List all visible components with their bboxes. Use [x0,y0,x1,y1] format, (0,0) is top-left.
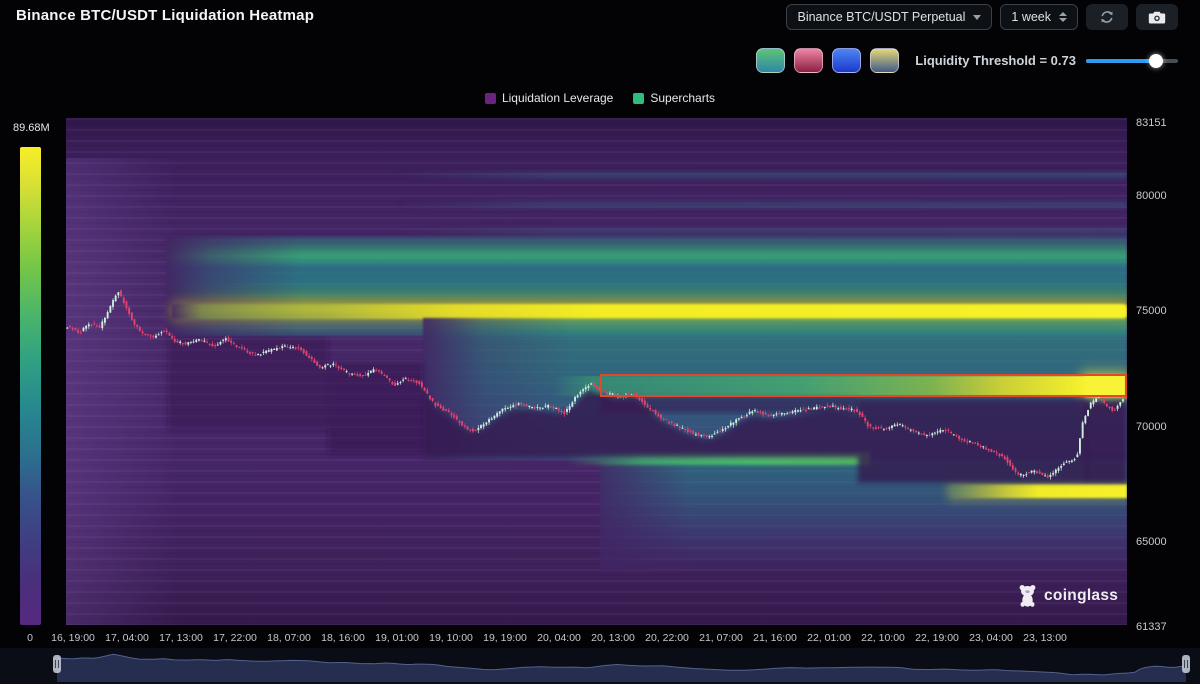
legend-swatch-purple [484,92,496,104]
spinner-arrows-icon [1059,12,1067,22]
annotation-red-box[interactable] [600,374,1127,397]
y-axis-tick: 80000 [1136,189,1167,202]
legend-item-liquidation-leverage[interactable]: Liquidation Leverage [484,91,614,105]
heatmap-band-67300 [950,484,1127,498]
pair-select-value: Binance BTC/USDT Perpetual [797,10,966,24]
heatmap-toolbar: Liquidity Threshold = 0.73 [756,48,1178,73]
coinglass-watermark: coinglass [1018,584,1118,607]
navigator-area-chart [57,653,1187,682]
x-axis-tick: 19, 01:00 [375,632,419,644]
x-axis-tick: 18, 16:00 [321,632,365,644]
screenshot-button[interactable] [1136,4,1178,30]
x-axis-tick: 22, 19:00 [915,632,959,644]
legend-item-supercharts[interactable]: Supercharts [633,91,715,105]
slider-thumb[interactable] [1149,53,1164,68]
heatmap-faint-band [396,201,1127,208]
header-controls: Binance BTC/USDT Perpetual 1 week [786,4,1178,30]
x-axis-tick: 23, 13:00 [1023,632,1067,644]
x-axis-tick: 19, 10:00 [429,632,473,644]
navigator-left-handle[interactable] [53,655,61,673]
interval-select-value: 1 week [1011,10,1051,24]
x-axis-tick: 20, 13:00 [591,632,635,644]
x-axis-tick: 20, 04:00 [537,632,581,644]
palette-swatch-blue[interactable] [832,48,862,73]
navigator-right-handle[interactable] [1182,655,1190,673]
range-navigator[interactable] [0,648,1200,684]
legend-swatch-green [633,92,645,104]
refresh-button[interactable] [1086,4,1128,30]
coinglass-liquidation-heatmap-app: Binance BTC/USDT Liquidation Heatmap Bin… [0,0,1200,684]
x-axis-tick: 21, 07:00 [699,632,743,644]
x-axis-tick: 19, 19:00 [483,632,527,644]
heatmap-faint-band [396,228,1127,235]
x-axis-tick: 17, 04:00 [105,632,149,644]
colorbar-max-label: 89.68M [13,122,50,134]
interval-select[interactable]: 1 week [1000,4,1078,30]
heatmap-band-68700 [565,452,870,465]
colorbar-min-axis-label: 0 [27,632,33,644]
palette-swatch-green[interactable] [756,48,786,73]
legend-label: Supercharts [650,91,716,105]
heatmap-faint-band [396,172,1127,179]
colorbar-gradient [20,147,41,625]
coinglass-bear-icon [1019,585,1036,607]
x-axis-tick: 17, 22:00 [213,632,257,644]
x-axis-tick: 16, 19:00 [51,632,95,644]
chevron-down-icon [973,14,982,20]
x-axis-tick: 22, 10:00 [861,632,905,644]
y-axis-tick: 65000 [1136,536,1167,549]
liquidity-threshold-slider[interactable] [1086,53,1178,68]
palette-swatch-yellow[interactable] [870,48,900,73]
palette-swatch-red[interactable] [794,48,824,73]
x-axis-tick: 23, 04:00 [969,632,1013,644]
heatmap-lower-liquidity-zone [600,460,1127,572]
liquidation-heatmap-plot[interactable] [66,118,1127,625]
slider-fill [1086,58,1156,63]
y-axis-tick: 83151 [1136,117,1167,129]
palette-swatches [756,48,900,73]
liquidity-threshold-label: Liquidity Threshold = 0.73 [915,53,1076,68]
pair-select[interactable]: Binance BTC/USDT Perpetual [786,4,993,30]
chart-legend: Liquidation Leverage Supercharts [0,91,1200,105]
x-axis: 16, 19:00 17, 04:00 17, 13:00 17, 22:00 18, … [0,628,1200,648]
legend-label: Liquidation Leverage [501,91,614,105]
y-axis-tick: 70000 [1136,420,1167,433]
x-axis-tick: 22, 01:00 [807,632,851,644]
x-axis-tick: 20, 22:00 [645,632,689,644]
y-axis-tick: 61337 [1136,621,1167,633]
x-axis-tick: 21, 16:00 [753,632,797,644]
heatmap-left-column [66,158,178,625]
page-title: Binance BTC/USDT Liquidation Heatmap [16,7,315,24]
x-axis-tick: 17, 13:00 [159,632,203,644]
y-axis-tick: 75000 [1136,305,1167,318]
x-axis-tick: 18, 07:00 [267,632,311,644]
refresh-icon [1101,11,1113,23]
heatmap-band-75000 [172,304,1127,319]
camera-icon [1148,11,1166,23]
watermark-text: coinglass [1044,586,1119,604]
